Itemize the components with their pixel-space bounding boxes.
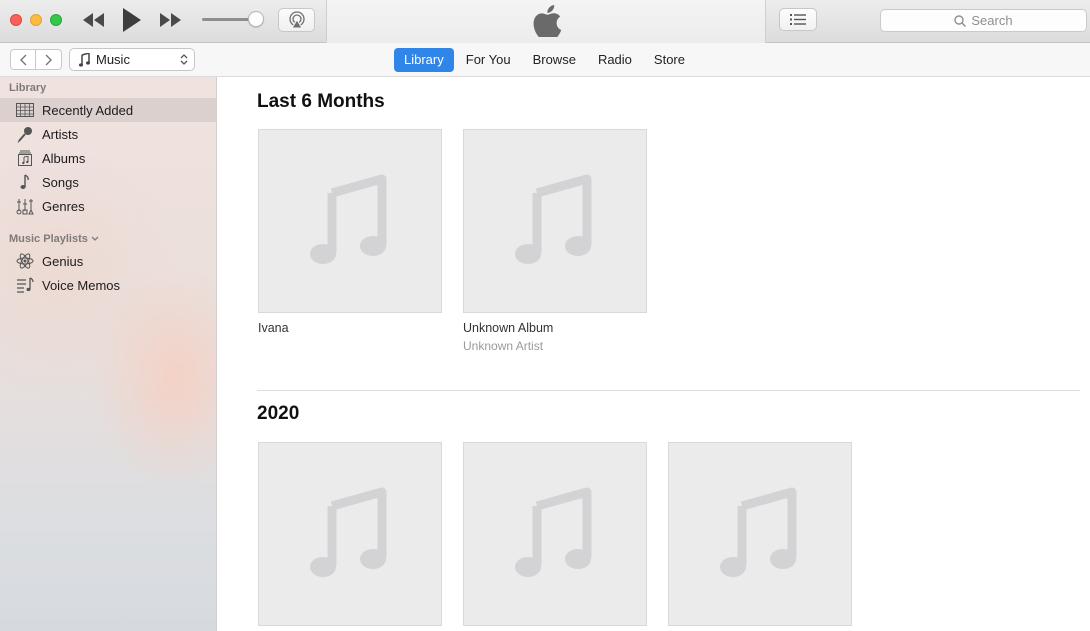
maximize-window-button[interactable] — [50, 14, 62, 26]
forward-button[interactable] — [36, 49, 62, 70]
album-tile[interactable]: Unknown Album Unknown Artist — [463, 129, 647, 353]
search-icon — [954, 14, 967, 27]
album-artwork[interactable] — [463, 129, 647, 313]
music-note-icon — [720, 487, 797, 577]
sidebar-item-voice-memos[interactable]: Voice Memos — [0, 273, 216, 297]
sidebar-item-genius[interactable]: Genius — [0, 249, 216, 273]
airplay-icon — [288, 11, 305, 29]
apple-logo-icon — [533, 5, 562, 37]
sidebar: Library Recently Added Artists Albums So… — [0, 77, 217, 631]
album-icon — [15, 150, 34, 167]
select-arrows-icon — [180, 54, 188, 65]
note-icon — [15, 174, 34, 191]
media-type-label: Music — [96, 52, 130, 67]
album-title[interactable]: Ivana — [258, 321, 442, 335]
library-heading: Library — [9, 82, 47, 94]
sidebar-item-genres[interactable]: Genres — [0, 194, 216, 218]
music-note-icon — [515, 487, 592, 577]
playlist-icon — [15, 277, 34, 294]
chevron-left-icon — [20, 54, 27, 65]
list-icon — [790, 14, 806, 25]
back-button[interactable] — [10, 49, 36, 70]
up-next-button[interactable] — [779, 8, 817, 31]
album-tile[interactable] — [258, 442, 442, 626]
atom-icon — [15, 253, 34, 270]
sidebar-item-label: Albums — [42, 150, 86, 166]
search-field[interactable]: Search — [880, 9, 1087, 32]
album-artwork[interactable] — [463, 442, 647, 626]
sidebar-item-label: Artists — [42, 126, 79, 142]
volume-slider-knob[interactable] — [248, 11, 264, 27]
section-title: Last 6 Months — [257, 91, 385, 112]
play-button[interactable] — [118, 6, 146, 34]
album-title[interactable]: Unknown Album — [463, 321, 647, 335]
album-tile[interactable] — [463, 442, 647, 626]
music-note-icon — [310, 174, 387, 264]
album-artwork[interactable] — [258, 442, 442, 626]
close-window-button[interactable] — [10, 14, 22, 26]
album-tile[interactable]: Ivana — [258, 129, 442, 339]
airplay-button[interactable] — [278, 8, 315, 32]
album-artwork[interactable] — [668, 442, 852, 626]
tab-browse[interactable]: Browse — [523, 48, 586, 72]
sidebar-item-songs[interactable]: Songs — [0, 170, 216, 194]
tab-radio[interactable]: Radio — [588, 48, 642, 72]
play-icon — [123, 8, 141, 32]
sidebar-item-recently-added[interactable]: Recently Added — [0, 98, 216, 122]
tab-store[interactable]: Store — [644, 48, 695, 72]
fast-forward-icon — [160, 13, 181, 27]
section-title: 2020 — [257, 403, 300, 424]
tab-library[interactable]: Library — [394, 47, 454, 72]
album-tile[interactable] — [668, 442, 852, 626]
section-tabs: Library For You Browse Radio Store — [394, 47, 697, 72]
chevron-down-icon — [91, 236, 99, 241]
tab-for-you[interactable]: For You — [456, 48, 521, 72]
music-note-icon — [515, 174, 592, 264]
media-type-select[interactable]: Music — [69, 48, 195, 71]
minimize-window-button[interactable] — [30, 14, 42, 26]
sidebar-item-label: Genres — [42, 198, 85, 214]
section-divider — [257, 390, 1080, 391]
status-display — [326, 0, 766, 43]
search-placeholder: Search — [971, 13, 1013, 28]
rewind-icon — [83, 13, 104, 27]
playlists-heading[interactable]: Music Playlists — [9, 233, 99, 245]
sidebar-item-artists[interactable]: Artists — [0, 122, 216, 146]
fast-forward-button[interactable] — [156, 8, 184, 32]
album-artwork[interactable] — [258, 129, 442, 313]
sidebar-item-albums[interactable]: Albums — [0, 146, 216, 170]
title-bar: Search — [0, 0, 1090, 43]
sidebar-item-label: Voice Memos — [42, 277, 121, 293]
library-content: Last 6 Months Ivana Unknown Album Unknow… — [217, 77, 1090, 631]
microphone-icon — [15, 126, 34, 143]
music-note-icon — [310, 487, 387, 577]
sidebar-item-label: Songs — [42, 174, 79, 190]
music-note-icon — [79, 52, 90, 67]
playlists-heading-label: Music Playlists — [9, 233, 88, 245]
sidebar-item-label: Recently Added — [42, 102, 134, 118]
album-artist[interactable]: Unknown Artist — [463, 339, 647, 353]
navigation-bar: Music Library For You Browse Radio Store — [0, 43, 1090, 77]
grid-icon — [15, 102, 34, 119]
rewind-button[interactable] — [80, 8, 108, 32]
genres-icon — [15, 198, 34, 215]
chevron-right-icon — [45, 54, 52, 65]
sidebar-item-label: Genius — [42, 253, 84, 269]
